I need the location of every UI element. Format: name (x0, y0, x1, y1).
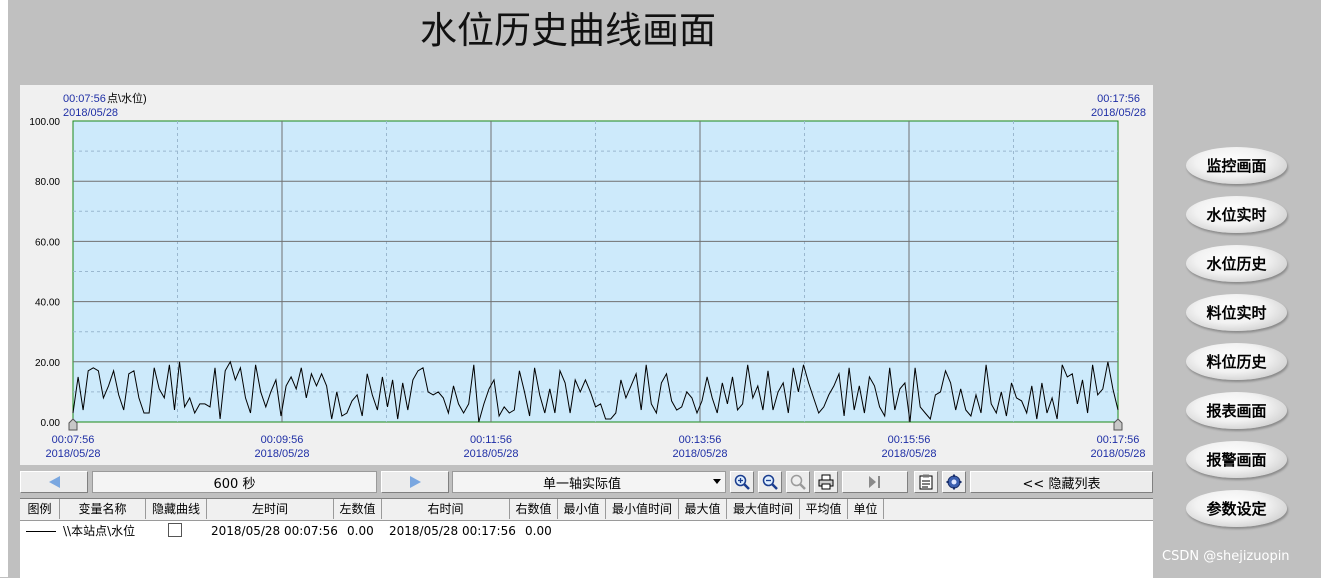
header-right-time: 00:17:56 (1097, 93, 1140, 105)
x-tick-time: 00:17:56 (1097, 434, 1140, 446)
header-left-label: 点\水位) (107, 91, 147, 105)
header-right-date: 2018/05/28 (1091, 107, 1146, 119)
hide-list-button[interactable]: << 隐藏列表 (970, 471, 1153, 493)
page-title: 水位历史曲线画面 (420, 9, 716, 52)
hide-curve-checkbox[interactable] (168, 523, 182, 537)
trend-chart[interactable]: 100.00 80.00 60.00 40.00 20.00 0.00 00:07:56 20… (20, 85, 1153, 465)
list-header: 图例 变量名称 隐藏曲线 左时间 左数值 右时间 右数值 最小值 最小值时间 最… (20, 499, 1153, 521)
col-legend[interactable]: 图例 (20, 499, 60, 519)
y-tick-label: 0.00 (41, 418, 61, 429)
cell-left-time: 2018/05/28 00:07:56 (211, 524, 338, 538)
nav-report-button[interactable]: 报表画面 (1186, 392, 1287, 429)
y-tick-label: 80.00 (35, 177, 60, 188)
y-tick-label: 60.00 (35, 237, 60, 248)
arrow-left-icon (48, 476, 60, 488)
duration-field[interactable]: 600 秒 (92, 471, 377, 493)
zoom-reset-icon (790, 474, 806, 490)
zoom-reset-button[interactable] (786, 471, 810, 493)
cell-left-value: 0.00 (347, 524, 374, 538)
col-right-value[interactable]: 右数值 (510, 499, 558, 519)
col-variable-name[interactable]: 变量名称 (60, 499, 146, 519)
col-left-value[interactable]: 左数值 (334, 499, 382, 519)
zoom-in-icon (734, 474, 750, 490)
col-max-value[interactable]: 最大值 (679, 499, 727, 519)
scroll-right-button[interactable] (381, 471, 449, 493)
x-tick-date: 2018/05/28 (672, 448, 727, 460)
x-tick-time: 00:15:56 (888, 434, 931, 446)
chevron-down-icon (713, 479, 721, 484)
col-hide-curve[interactable]: 隐藏曲线 (146, 499, 207, 519)
col-unit[interactable]: 单位 (848, 499, 884, 519)
col-max-time[interactable]: 最大值时间 (727, 499, 800, 519)
axis-mode-select[interactable]: 单一轴实际值 (452, 471, 726, 493)
print-button[interactable] (814, 471, 838, 493)
zoom-in-button[interactable] (730, 471, 754, 493)
watermark: CSDN @shejizuopin (1162, 549, 1290, 564)
trend-toolbar: 600 秒 单一轴实际值 << 隐藏列表 (20, 471, 1153, 495)
x-tick-date: 2018/05/28 (45, 448, 100, 460)
nav-water-level-history-button[interactable]: 水位历史 (1186, 245, 1287, 282)
x-tick-date: 2018/05/28 (1090, 448, 1145, 460)
col-left-time[interactable]: 左时间 (207, 499, 334, 519)
nav-material-level-realtime-button[interactable]: 料位实时 (1186, 294, 1287, 331)
nav-alarm-button[interactable]: 报警画面 (1186, 441, 1287, 478)
y-tick-label: 100.00 (29, 117, 60, 128)
scroll-left-button[interactable] (20, 471, 88, 493)
nav-parameter-settings-button[interactable]: 参数设定 (1186, 490, 1287, 527)
play-pause-icon (869, 476, 880, 488)
x-tick-date: 2018/05/28 (254, 448, 309, 460)
x-tick-time: 00:13:56 (679, 434, 722, 446)
zoom-out-icon (762, 474, 778, 490)
nav-water-level-realtime-button[interactable]: 水位实时 (1186, 196, 1287, 233)
x-tick-date: 2018/05/28 (881, 448, 936, 460)
curve-list: 图例 变量名称 隐藏曲线 左时间 左数值 右时间 右数值 最小值 最小值时间 最… (20, 498, 1153, 578)
col-min-time[interactable]: 最小值时间 (606, 499, 679, 519)
legend-line-swatch (26, 531, 56, 532)
x-tick-time: 00:11:56 (470, 434, 512, 446)
settings-button[interactable] (942, 471, 966, 493)
cell-variable-name: \\本站点\水位 (63, 524, 136, 538)
x-tick-time: 00:07:56 (52, 434, 95, 446)
header-left-date: 2018/05/28 (63, 107, 118, 119)
nav-material-level-history-button[interactable]: 料位历史 (1186, 343, 1287, 380)
zoom-out-button[interactable] (758, 471, 782, 493)
header-left-time: 00:07:56 (63, 93, 106, 105)
nav-monitor-button[interactable]: 监控画面 (1186, 147, 1287, 184)
cell-right-time: 2018/05/28 00:17:56 (389, 524, 516, 538)
gear-icon (946, 474, 962, 490)
axis-mode-value: 单一轴实际值 (543, 476, 622, 492)
col-right-time[interactable]: 右时间 (382, 499, 510, 519)
cell-right-value: 0.00 (525, 524, 552, 538)
window-left-edge (0, 0, 8, 577)
col-min-value[interactable]: 最小值 (558, 499, 606, 519)
trend-chart-panel[interactable]: 100.00 80.00 60.00 40.00 20.00 0.00 00:07:56 20… (20, 85, 1153, 465)
x-tick-time: 00:09:56 (261, 434, 304, 446)
clipboard-button[interactable] (914, 471, 938, 493)
y-tick-label: 20.00 (35, 358, 60, 369)
arrow-right-icon (409, 476, 421, 488)
printer-icon (818, 474, 834, 490)
play-pause-button[interactable] (842, 471, 908, 493)
y-tick-label: 40.00 (35, 298, 60, 309)
clipboard-icon (919, 474, 933, 490)
col-average[interactable]: 平均值 (800, 499, 848, 519)
x-tick-date: 2018/05/28 (463, 448, 518, 460)
